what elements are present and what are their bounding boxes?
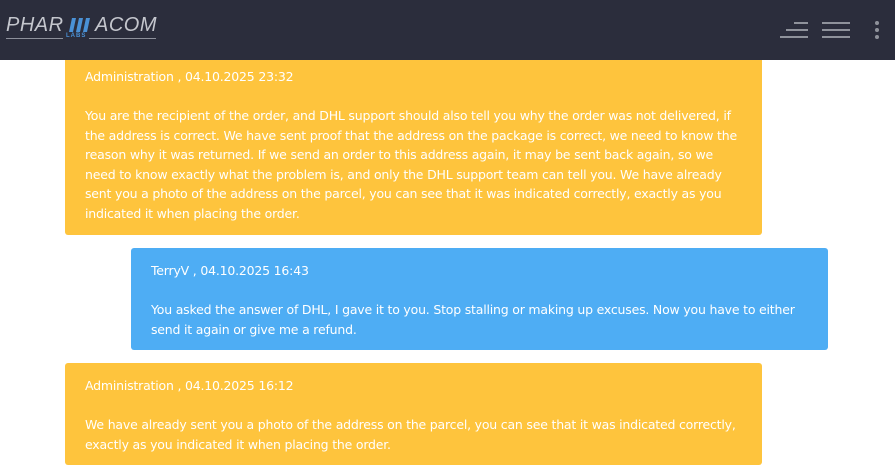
hamburger-stepped-icon[interactable] bbox=[778, 20, 808, 40]
message-sender: TerryV , 04.10.2025 16:43 bbox=[151, 263, 309, 278]
logo-subtext: LABS bbox=[63, 33, 90, 39]
message-text: You asked the answer of DHL, I gave it t… bbox=[151, 302, 795, 337]
message-admin: Administration , 04.10.2025 23:32 You ar… bbox=[65, 40, 762, 235]
logo-mark-icon bbox=[69, 18, 90, 32]
pharmacom-logo[interactable]: PHAR ACOM LABS bbox=[6, 14, 158, 42]
kebab-menu-icon[interactable] bbox=[872, 21, 882, 41]
message-text: You are the recipient of the order, and … bbox=[85, 108, 737, 221]
message-admin: Administration , 04.10.2025 16:12 We hav… bbox=[65, 363, 762, 465]
logo-text-left: PHAR bbox=[6, 14, 64, 36]
message-text: We have already sent you a photo of the … bbox=[85, 417, 736, 452]
message-user: TerryV , 04.10.2025 16:43 You asked the … bbox=[131, 248, 828, 350]
top-navbar: PHAR ACOM LABS bbox=[0, 0, 895, 60]
logo-text-right: ACOM bbox=[95, 14, 157, 36]
message-sender: Administration , 04.10.2025 16:12 bbox=[85, 378, 294, 393]
chat-thread: Administration , 04.10.2025 23:32 You ar… bbox=[0, 0, 895, 473]
message-sender: Administration , 04.10.2025 23:32 bbox=[85, 69, 294, 84]
hamburger-icon[interactable] bbox=[822, 20, 852, 40]
